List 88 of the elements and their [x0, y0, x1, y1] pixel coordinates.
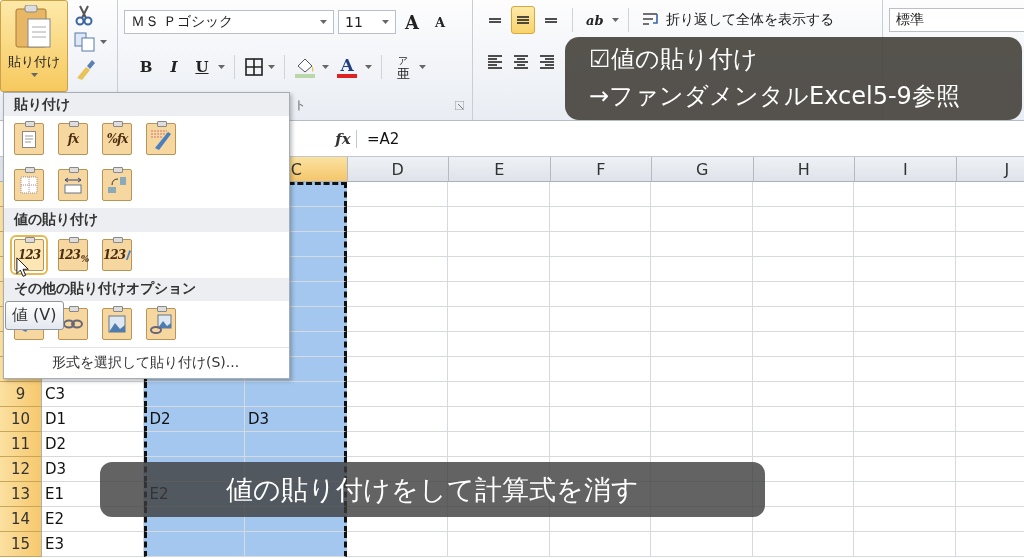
caption-text: ☑値の貼り付け — [589, 44, 759, 75]
row-header[interactable]: 13 — [0, 482, 42, 507]
tooltip: 値 (V) — [5, 301, 64, 330]
column-header[interactable]: D — [347, 157, 449, 182]
caret-icon — [365, 65, 372, 69]
paste-option-button[interactable]: 123 — [102, 238, 132, 271]
paste-option-button[interactable]: %fx — [102, 123, 132, 156]
paste-option-button[interactable] — [14, 169, 44, 202]
fill-color-icon[interactable] — [294, 56, 318, 78]
row-header[interactable]: 12 — [0, 457, 42, 482]
brush-icon — [126, 248, 131, 261]
borders-icon[interactable] — [244, 57, 264, 77]
table-cell: D2 — [143, 407, 245, 432]
caret-icon — [320, 20, 327, 24]
picture-icon — [108, 315, 126, 333]
caret-icon — [30, 73, 38, 77]
underline-button[interactable]: U — [190, 53, 214, 81]
column-header[interactable]: F — [550, 157, 652, 182]
cursor-icon — [16, 257, 30, 278]
formula-text[interactable]: =A2 — [357, 129, 400, 148]
bold-button[interactable]: B — [134, 53, 158, 81]
menu-section-title: その他の貼り付けオプション — [4, 277, 289, 301]
caret-icon — [419, 65, 426, 69]
group-label: ト — [294, 97, 306, 114]
table-cell: D3 — [245, 407, 347, 432]
chain-link-icon — [63, 319, 83, 329]
row-header[interactable]: 14 — [0, 507, 42, 532]
linked-picture-icon — [150, 314, 172, 334]
transpose-icon — [108, 176, 126, 195]
column-header[interactable]: G — [652, 157, 754, 182]
caret-icon — [218, 65, 225, 69]
column-header[interactable]: I — [855, 157, 957, 182]
phonetic-button[interactable]: ア 亜 — [391, 52, 415, 82]
brush-icon — [150, 128, 172, 151]
grid-icon — [20, 176, 38, 195]
paste-button[interactable]: 貼り付け — [0, 0, 68, 92]
caret-icon — [322, 65, 329, 69]
menu-section-title: 値の貼り付け — [4, 208, 289, 232]
caret-icon — [611, 18, 619, 22]
orientation-button[interactable]: ab — [582, 6, 608, 34]
row-header[interactable]: 9 — [0, 382, 42, 407]
caret-icon — [268, 65, 275, 69]
wrap-text-button[interactable]: 折り返して全体を表示する — [637, 6, 838, 34]
number-format-field[interactable]: 標準 — [889, 8, 1024, 32]
font-color-button[interactable]: A — [333, 53, 361, 81]
copy-icon[interactable] — [74, 32, 96, 52]
caption-text: →ファンダメンタルExcel5-9参照 — [589, 81, 961, 112]
paste-option-button[interactable] — [102, 169, 132, 202]
italic-button[interactable]: I — [162, 53, 186, 81]
menu-section-title: 貼り付け — [4, 93, 289, 117]
insert-function-button[interactable]: fx — [330, 129, 357, 148]
table-cell: C3 — [42, 382, 144, 407]
font-size-field[interactable]: 11 — [338, 10, 396, 34]
table-cell: E3 — [42, 532, 144, 557]
column-header[interactable]: H — [753, 157, 855, 182]
paste-option-button[interactable] — [146, 308, 176, 340]
horizontal-align-icon — [539, 55, 555, 69]
paste-special-item[interactable]: 形式を選択して貼り付け(S)... — [40, 347, 289, 372]
clipboard-icon — [14, 5, 54, 51]
table-cell: D1 — [42, 407, 144, 432]
horizontal-align-icon — [513, 55, 529, 69]
table-cell: D2 — [42, 432, 144, 457]
shrink-font-button[interactable]: A — [428, 8, 452, 36]
paste-option-button[interactable] — [14, 123, 44, 156]
column-header[interactable]: J — [956, 157, 1024, 182]
column-width-icon — [64, 176, 82, 195]
dialog-launcher-icon[interactable] — [455, 101, 464, 110]
row-header[interactable]: 11 — [0, 432, 42, 457]
column-header[interactable]: E — [449, 157, 551, 182]
vertical-align-icon — [487, 17, 503, 23]
paste-option-button[interactable] — [146, 123, 176, 156]
caret-icon — [382, 20, 389, 24]
paste-option-button[interactable] — [102, 308, 132, 340]
format-painter-icon[interactable] — [74, 58, 96, 80]
grow-font-button[interactable]: A — [400, 8, 424, 36]
paste-option-button[interactable] — [58, 169, 88, 202]
caret-icon — [100, 40, 107, 44]
horizontal-align-icon — [487, 55, 503, 69]
paste-option-button[interactable]: fx — [58, 123, 88, 156]
document-icon — [22, 130, 36, 148]
vertical-align-icon — [543, 17, 559, 23]
row-header[interactable]: 15 — [0, 532, 42, 557]
row-header[interactable]: 10 — [0, 407, 42, 432]
cut-icon[interactable] — [74, 4, 94, 26]
paste-option-button[interactable]: 123% — [58, 238, 88, 271]
font-name-field[interactable]: ＭＳ Ｐゴシック — [124, 10, 334, 34]
vertical-align-icon — [515, 16, 531, 24]
vertical-align-button[interactable] — [511, 6, 535, 34]
